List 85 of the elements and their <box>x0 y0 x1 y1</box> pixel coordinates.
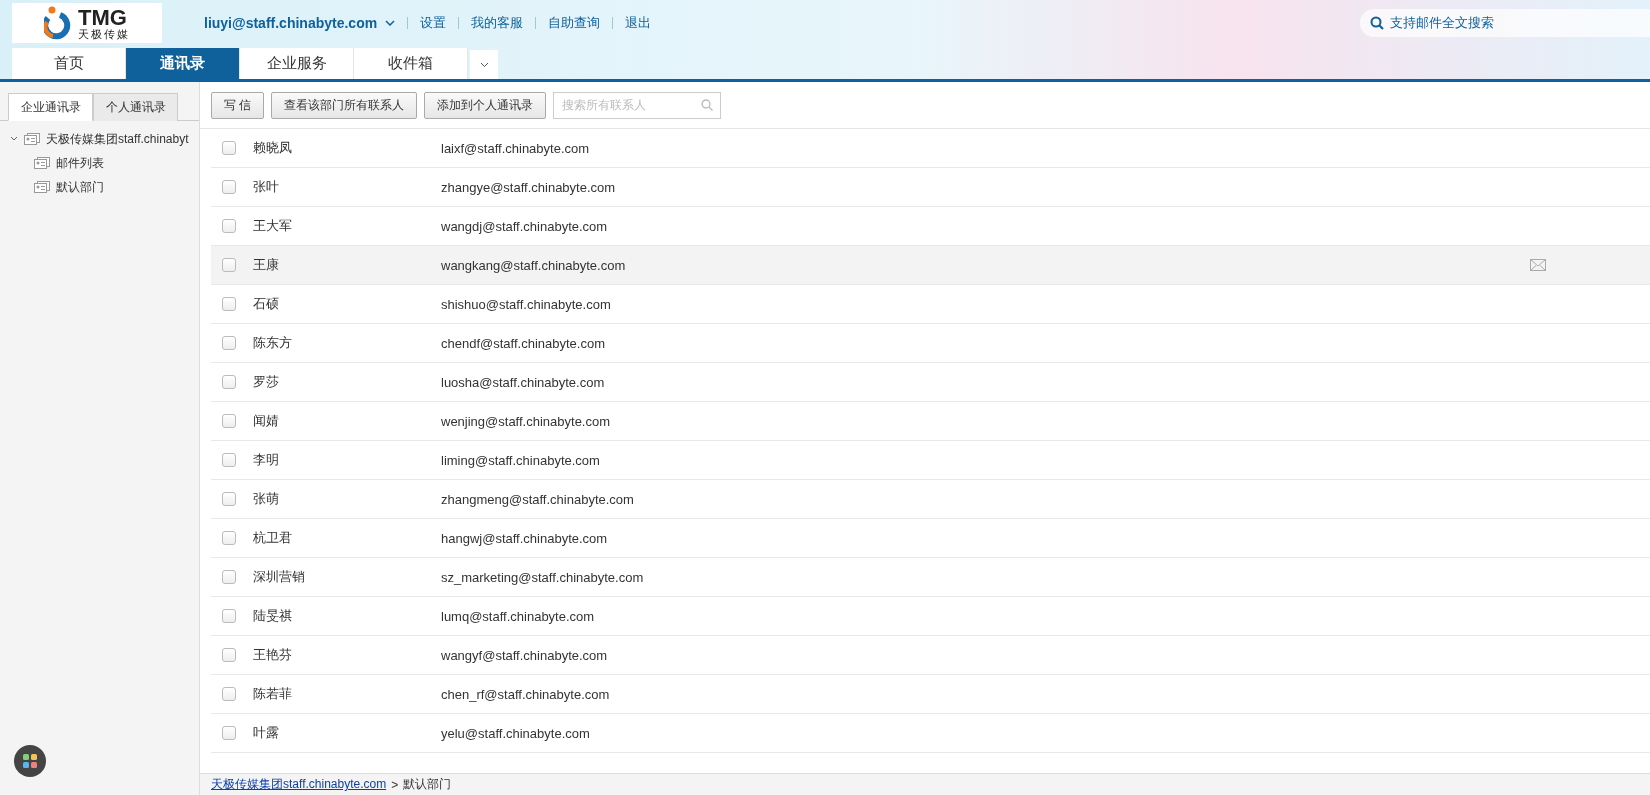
logo-text: TMG <box>78 6 127 29</box>
contact-search-field[interactable]: 搜索所有联系人 <box>553 91 722 119</box>
contact-email: wangkang@staff.chinabyte.com <box>441 257 626 273</box>
caret-icon[interactable] <box>385 20 396 26</box>
row-checkbox[interactable] <box>222 687 236 701</box>
contact-card-icon <box>24 133 40 145</box>
row-checkbox[interactable] <box>222 258 236 272</box>
breadcrumb-separator: > <box>391 777 399 792</box>
search-icon <box>1370 16 1384 30</box>
mail-search-button[interactable]: 支持邮件全文搜索 <box>1360 9 1650 37</box>
row-checkbox[interactable] <box>222 336 236 350</box>
contact-email: sz_marketing@staff.chinabyte.com <box>441 569 644 585</box>
contact-email: liming@staff.chinabyte.com <box>441 452 600 468</box>
contact-email: shishuo@staff.chinabyte.com <box>441 296 611 312</box>
contact-name: 赖晓凤 <box>253 139 293 157</box>
contact-name: 王大军 <box>253 217 293 235</box>
toolbar-button[interactable]: 添加到个人通讯录 <box>424 91 547 119</box>
header-link[interactable]: 我的客服 <box>471 14 524 32</box>
contact-email: laixf@staff.chinabyte.com <box>441 140 590 156</box>
row-checkbox[interactable] <box>222 414 236 428</box>
contact-name: 罗莎 <box>253 373 280 391</box>
header-link[interactable]: 自助查询 <box>548 14 601 32</box>
contact-name: 陈若菲 <box>253 685 293 703</box>
account-menu[interactable]: liuyi@staff.chinabyte.com <box>204 15 378 31</box>
contact-email: zhangmeng@staff.chinabyte.com <box>441 491 634 507</box>
contact-name: 陈东方 <box>253 334 293 352</box>
toolbar-button[interactable]: 查看该部门所有联系人 <box>271 91 418 119</box>
row-checkbox[interactable] <box>222 609 236 623</box>
row-checkbox[interactable] <box>222 492 236 506</box>
nav-tab[interactable]: 通讯录 <box>126 48 240 79</box>
app-grid-icon <box>23 754 37 768</box>
chevron-icon[interactable] <box>10 136 18 142</box>
row-checkbox[interactable] <box>222 531 236 545</box>
envelope-icon[interactable] <box>1530 259 1546 271</box>
contact-email: lumq@staff.chinabyte.com <box>441 608 595 624</box>
header-link[interactable]: 退出 <box>625 14 652 32</box>
contact-name: 王艳芬 <box>253 646 293 664</box>
row-checkbox[interactable] <box>222 375 236 389</box>
contact-email: luosha@staff.chinabyte.com <box>441 374 605 390</box>
more-tabs-button[interactable] <box>470 50 498 79</box>
contact-name: 深圳营销 <box>253 568 306 586</box>
contact-name: 王康 <box>253 256 280 274</box>
breadcrumb-current: 默认部门 <box>403 776 452 793</box>
contact-name: 陆旻祺 <box>253 607 293 625</box>
contact-name: 叶露 <box>253 724 280 742</box>
row-checkbox[interactable] <box>222 180 236 194</box>
contact-name: 闻婧 <box>253 412 280 430</box>
contact-card-icon <box>34 157 50 169</box>
contact-email: chen_rf@staff.chinabyte.com <box>441 686 610 702</box>
contact-row[interactable]: 王康 wangkang@staff.chinabyte.com <box>211 246 1650 285</box>
row-checkbox[interactable] <box>222 726 236 740</box>
contact-email: wangyf@staff.chinabyte.com <box>441 647 608 663</box>
contact-name: 张萌 <box>253 490 280 508</box>
row-checkbox[interactable] <box>222 219 236 233</box>
row-checkbox[interactable] <box>222 297 236 311</box>
nav-tab[interactable]: 收件箱 <box>354 48 468 79</box>
contact-email: hangwj@staff.chinabyte.com <box>441 530 608 546</box>
row-checkbox[interactable] <box>222 141 236 155</box>
contact-email: yelu@staff.chinabyte.com <box>441 725 590 741</box>
sidebar-tab[interactable]: 个人通讯录 <box>93 93 178 121</box>
header-link[interactable]: 设置 <box>420 14 447 32</box>
contact-name: 张叶 <box>253 178 280 196</box>
contact-name: 石硕 <box>253 295 280 313</box>
app-launcher-button[interactable] <box>14 745 46 777</box>
contact-email: chendf@staff.chinabyte.com <box>441 335 605 351</box>
row-checkbox[interactable] <box>222 453 236 467</box>
row-checkbox[interactable] <box>222 570 236 584</box>
toolbar-button[interactable]: 写 信 <box>211 91 265 119</box>
nav-tab[interactable]: 企业服务 <box>240 48 354 79</box>
logo-subtitle: 天极传媒 <box>78 28 130 40</box>
tree-item[interactable]: 默认部门 <box>56 178 104 196</box>
breadcrumb-link[interactable]: 天极传媒集团staff.chinabyte.com <box>211 776 387 793</box>
contact-email: zhangye@staff.chinabyte.com <box>441 179 616 195</box>
contact-name: 李明 <box>253 451 280 469</box>
contact-email: wangdj@staff.chinabyte.com <box>441 218 608 234</box>
row-checkbox[interactable] <box>222 648 236 662</box>
contact-name: 杭卫君 <box>253 529 293 547</box>
tree-item[interactable]: 邮件列表 <box>56 154 104 172</box>
nav-tab[interactable]: 首页 <box>12 48 126 79</box>
sidebar-tab[interactable]: 企业通讯录 <box>8 93 93 121</box>
chevron-icon <box>479 61 489 68</box>
tree-item[interactable]: 天极传媒集团staff.chinabyt <box>46 130 189 148</box>
search-icon <box>701 98 714 111</box>
contact-email: wenjing@staff.chinabyte.com <box>441 413 611 429</box>
contact-card-icon <box>34 181 50 193</box>
